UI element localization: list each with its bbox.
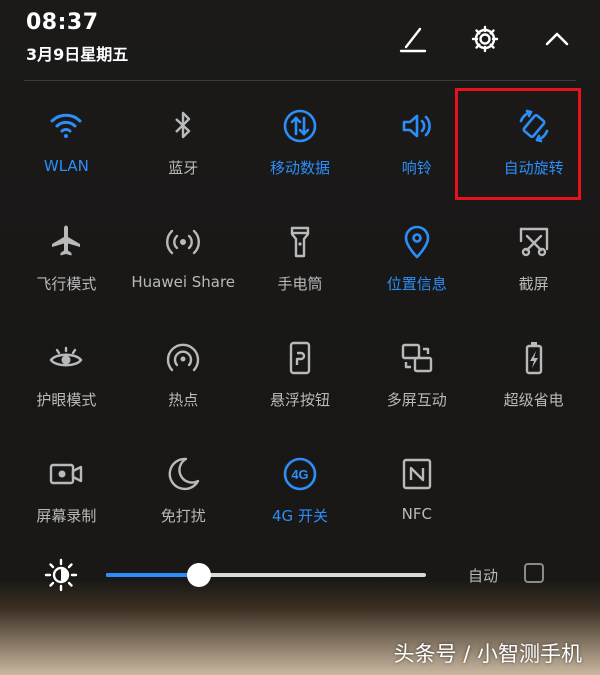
tile-label: 悬浮按钮 — [269, 391, 330, 409]
screen-record-icon — [46, 454, 86, 494]
edit-icon[interactable] — [396, 22, 430, 56]
tile-eye-comfort[interactable]: 护眼模式 — [8, 338, 125, 410]
tile-huawei-share[interactable]: Huawei Share — [125, 222, 242, 294]
date-label: 3月9日星期五 — [26, 45, 129, 64]
brightness-slider[interactable] — [106, 563, 426, 587]
multi-screen-icon — [397, 338, 437, 378]
mobile-data-icon — [280, 106, 320, 146]
nfc-icon — [397, 454, 437, 494]
tile-flashlight[interactable]: 手电筒 — [242, 222, 359, 294]
header-divider — [24, 80, 576, 81]
gear-icon[interactable] — [468, 22, 502, 56]
tile-label: 免打扰 — [160, 507, 206, 525]
tile-label: 位置信息 — [386, 275, 447, 293]
highlight-box — [455, 88, 581, 200]
tile-label: 移动数据 — [269, 159, 330, 177]
tile-wlan[interactable]: WLAN — [8, 106, 125, 178]
screenshot-icon — [514, 222, 554, 262]
tile-floating-button[interactable]: 悬浮按钮 — [242, 338, 359, 410]
tile-mobile-data[interactable]: 移动数据 — [242, 106, 359, 178]
wifi-icon — [46, 106, 86, 146]
battery-saver-icon — [514, 338, 554, 378]
tile-airplane-mode[interactable]: 飞行模式 — [8, 222, 125, 294]
eye-comfort-icon — [46, 338, 86, 378]
tile-label: 热点 — [168, 391, 199, 409]
airplane-icon — [46, 222, 86, 262]
tile-label: WLAN — [43, 157, 89, 175]
svg-text:4G: 4G — [291, 467, 308, 482]
tile-hotspot[interactable]: 热点 — [125, 338, 242, 410]
tile-multi-screen[interactable]: 多屏互动 — [358, 338, 475, 410]
tile-label: 屏幕录制 — [36, 507, 97, 525]
tile-label: 响铃 — [401, 159, 432, 177]
brightness-row: 自动 — [0, 552, 600, 598]
auto-brightness-label: 自动 — [468, 567, 499, 585]
tile-label: 4G 开关 — [272, 507, 328, 525]
tile-battery-saver[interactable]: 超级省电 — [475, 338, 592, 410]
tile-do-not-disturb[interactable]: 免打扰 — [125, 454, 242, 526]
tile-nfc[interactable]: NFC — [358, 454, 475, 526]
do-not-disturb-icon — [163, 454, 203, 494]
chevron-up-icon[interactable] — [540, 22, 574, 56]
floating-button-icon — [280, 338, 320, 378]
brightness-slider-thumb[interactable] — [186, 563, 211, 587]
tile-label: Huawei Share — [131, 273, 236, 291]
tile-label: 超级省电 — [503, 391, 564, 409]
tile-label: 手电筒 — [277, 275, 323, 293]
tile-label: 多屏互动 — [386, 391, 447, 409]
brightness-slider-fill — [106, 573, 199, 577]
status-area: 08:37 3月9日星期五 — [26, 10, 128, 65]
tile-label: 飞行模式 — [36, 275, 97, 293]
huawei-share-icon — [163, 222, 203, 262]
header-actions — [396, 22, 574, 56]
tile-screen-record[interactable]: 屏幕录制 — [8, 454, 125, 526]
tile-screenshot[interactable]: 截屏 — [475, 222, 592, 294]
tile-bluetooth[interactable]: 蓝牙 — [125, 106, 242, 178]
clock-time: 08:37 — [26, 10, 99, 35]
tile-label: NFC — [401, 505, 432, 523]
sound-icon — [397, 106, 437, 146]
auto-brightness-checkbox[interactable] — [524, 563, 544, 583]
tile-label: 护眼模式 — [36, 391, 97, 409]
brightness-icon — [44, 558, 78, 592]
tile-location[interactable]: 位置信息 — [358, 222, 475, 294]
location-icon — [397, 222, 437, 262]
bluetooth-icon — [163, 106, 203, 146]
tile-4g[interactable]: 4G 4G 开关 — [242, 454, 359, 526]
hotspot-icon — [163, 338, 203, 378]
flashlight-icon — [280, 222, 320, 262]
watermark: 头条号 / 小智测手机 — [393, 642, 582, 666]
4g-icon: 4G — [280, 454, 320, 494]
tile-label: 蓝牙 — [168, 159, 199, 177]
tile-label: 截屏 — [518, 275, 549, 293]
